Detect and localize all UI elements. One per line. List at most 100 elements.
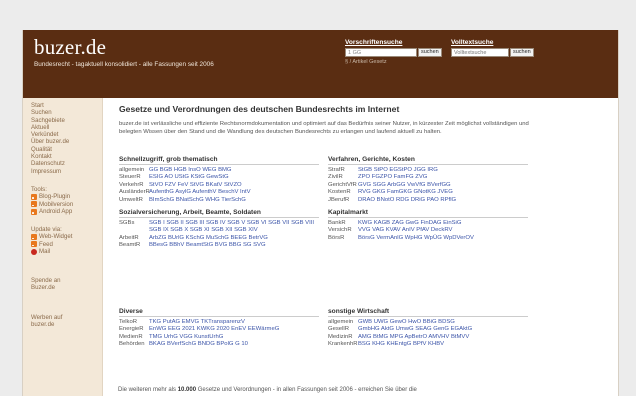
list-item: KostenR RVG GKG FamGKG GNotKG JVEG — [328, 189, 528, 196]
section-heading: sonstige Wirtschaft — [328, 308, 528, 317]
law-links[interactable]: TMG UrhG VGG KunstUrhG — [149, 334, 319, 341]
section-heading: Diverse — [119, 308, 319, 317]
site-header: buzer.de Bundesrecht - tagaktuell konsol… — [23, 30, 618, 98]
law-links[interactable]: BSG KHG KHEntgG BPfV KHBV — [358, 341, 528, 348]
category-label: JBerufR — [328, 196, 350, 203]
category-label: SGBs — [119, 220, 135, 226]
tools-title: Tools: — [31, 185, 47, 193]
sidebar-updates: Update via: Web-Widget Feed Mail — [31, 226, 102, 255]
category-label: UmweltR — [119, 196, 143, 203]
law-links[interactable]: StGB StPO EGStPO JGG IRG — [358, 167, 528, 174]
feed-icon — [31, 208, 37, 215]
site-tagline: Bundesrecht - tagaktuell konsolidiert - … — [34, 61, 214, 68]
sidebar-item-start[interactable]: Start — [31, 102, 102, 109]
law-links[interactable]: GWB UWG GewO HwO BBiG BDSG — [358, 319, 528, 326]
feed-icon — [31, 193, 37, 200]
law-links[interactable]: GVG SGG ArbGG VwVfG BVerfGG — [358, 182, 528, 189]
law-links[interactable]: BörsG VermAnlG WpHG WpÜG WpDVerOV — [358, 235, 528, 242]
category-label: ArbeitR — [119, 234, 139, 241]
category-label: GerichtVfR — [328, 181, 357, 188]
category-label: KrankenhR — [328, 341, 358, 348]
list-item: allgemein GWB UWG GewO HwO BBiG BDSG — [328, 319, 528, 326]
tool-label: Android App — [39, 207, 73, 215]
section-sonstige-wirtschaft: sonstige Wirtschaft allgemein GWB UWG Gew… — [328, 308, 528, 349]
footer-note: Die weiteren mehr als 10.000 Gesetze und… — [118, 387, 417, 393]
tool-blog-plugin[interactable]: Blog-Plugin — [31, 193, 102, 200]
law-links[interactable]: TKG PutAG EMVG TKTransparenzV — [149, 319, 319, 326]
update-feed[interactable]: Feed — [31, 241, 102, 248]
sidebar: Start Suchen Sachgebiete Aktuell Verkünd… — [23, 98, 103, 396]
law-links[interactable]: ZPO FGZPO FamFG ZVG — [358, 174, 528, 181]
law-links[interactable]: ArbZG BUrlG KSchG MuSchG BEEG BetrVG — [149, 235, 319, 242]
law-links[interactable]: AufenthG AsylG AufenthV BeschV IntV — [149, 189, 319, 196]
werben-line: Werben auf — [31, 314, 63, 321]
list-item: MedienR TMG UrhG VGG KunstUrhG — [119, 334, 319, 341]
volltextsuche-title[interactable]: Volltextsuche — [451, 39, 534, 46]
list-item: ArbeitR ArbZG BUrlG KSchG MuSchG BEEG Bet… — [119, 235, 319, 242]
list-item: BeamtR BBesG BBhV BeamtStG BVG BBG SG SVG — [119, 242, 319, 249]
feed-icon — [31, 241, 37, 248]
law-links[interactable]: EnWG EEG 2021 KWKG 2020 EnEV EEWärmeG — [149, 326, 319, 333]
vorschriftensuche-title[interactable]: Vorschriftensuche — [345, 39, 442, 46]
law-links[interactable]: AMG BtMG MPG ApBetrO AMVHV BtMVV — [358, 334, 528, 341]
update-label: Feed — [39, 240, 53, 248]
sidebar-item-kontakt[interactable]: Kontakt — [31, 153, 102, 160]
law-links[interactable]: StVO FZV FeV StVG BKatV StVZO — [149, 182, 319, 189]
sidebar-item-impressum[interactable]: Impressum — [31, 168, 102, 175]
law-links[interactable]: VVG VAG KVAV AnIV PfAV DeckRV — [358, 227, 528, 234]
volltextsuche-input[interactable] — [451, 48, 509, 57]
page: buzer.de Bundesrecht - tagaktuell konsol… — [22, 30, 619, 396]
law-links[interactable]: BBesG BBhV BeamtStG BVG BBG SG SVG — [149, 242, 319, 249]
update-label: Mail — [39, 248, 51, 256]
law-links[interactable]: RVG GKG FamGKG GNotKG JVEG — [358, 189, 528, 196]
tool-mobilversion[interactable]: Mobilversion — [31, 201, 102, 208]
feed-icon — [31, 234, 37, 241]
site-logo[interactable]: buzer.de — [34, 35, 106, 60]
list-item: StrafR StGB StPO EGStPO JGG IRG — [328, 167, 528, 174]
category-label: VersichR — [328, 227, 352, 234]
volltextsuche-button[interactable]: suchen — [510, 48, 534, 57]
intro-text: buzer.de ist verlässliche und effiziente… — [119, 121, 529, 135]
sidebar-item-qualitaet[interactable]: Qualität — [31, 146, 102, 153]
sidebar-item-sachgebiete[interactable]: Sachgebiete — [31, 117, 102, 124]
sidebar-item-datenschutz[interactable]: Datenschutz — [31, 160, 102, 167]
category-label: allgemein — [328, 319, 354, 325]
section-diverse: Diverse TelkoR TKG PutAG EMVG TKTranspare… — [119, 308, 319, 349]
law-links[interactable]: ESIG AO UStG KStG GewStG — [149, 174, 319, 181]
law-links[interactable]: KWG KAGB ZAG GwG FinDAG EinSiG — [358, 220, 528, 227]
category-label: allgemein — [119, 167, 145, 173]
update-mail[interactable]: Mail — [31, 248, 102, 255]
category-label: AusländerR — [119, 189, 150, 196]
feed-icon — [31, 201, 37, 208]
law-links[interactable]: BImSchG BNatSchG WHG TierSchG — [149, 197, 319, 204]
law-links[interactable]: GmbHG AktG UmwG SEAG GenG EGAktG — [358, 326, 528, 333]
category-label: BeamtR — [119, 242, 141, 249]
law-links[interactable]: SGB I SGB II SGB III SGB IV SGB V SGB VI… — [149, 220, 319, 235]
list-item: BörsR BörsG VermAnlG WpHG WpÜG WpDVerOV — [328, 235, 528, 242]
category-label: SteuerR — [119, 174, 141, 181]
tool-android-app[interactable]: Android App — [31, 208, 102, 215]
vorschriftensuche-button[interactable]: suchen — [418, 48, 442, 57]
tool-label: Blog-Plugin — [39, 193, 71, 201]
sidebar-item-verkuendet[interactable]: Verkündet — [31, 131, 102, 138]
law-links[interactable]: GG BGB HGB InsO WEG BMG — [149, 167, 319, 174]
sidebar-item-ueber[interactable]: Über buzer.de — [31, 138, 102, 145]
law-links[interactable]: BKAG BVerfSchG BNDG BPolG G 10 — [149, 341, 319, 348]
category-label: GesellR — [328, 326, 349, 333]
footer-count: 10.000 — [177, 387, 197, 393]
category-label: MedienR — [119, 333, 143, 340]
sidebar-spende-link[interactable]: Spende an Buzer.de — [31, 277, 60, 292]
category-label: VerkehrR — [119, 181, 144, 188]
section-sozialversicherung: Sozialversicherung, Arbeit, Beamte, Sold… — [119, 209, 319, 250]
spende-line: Spende an — [31, 277, 61, 284]
sidebar-werben-link[interactable]: Werben auf buzer.de — [31, 314, 62, 329]
vorschriftensuche-input[interactable] — [345, 48, 417, 57]
volltextsuche: Volltextsuche suchen — [451, 39, 534, 57]
sidebar-item-suchen[interactable]: Suchen — [31, 109, 102, 116]
law-links[interactable]: DRAO BNotO RDG DRiG PAO RPflG — [358, 197, 528, 204]
update-web-widget[interactable]: Web-Widget — [31, 233, 102, 240]
list-item: BankR KWG KAGB ZAG GwG FinDAG EinSiG — [328, 220, 528, 227]
sidebar-item-aktuell[interactable]: Aktuell — [31, 124, 102, 131]
list-item: TelkoR TKG PutAG EMVG TKTransparenzV — [119, 319, 319, 326]
sidebar-tools: Tools: Blog-Plugin Mobilversion Android … — [31, 186, 102, 215]
